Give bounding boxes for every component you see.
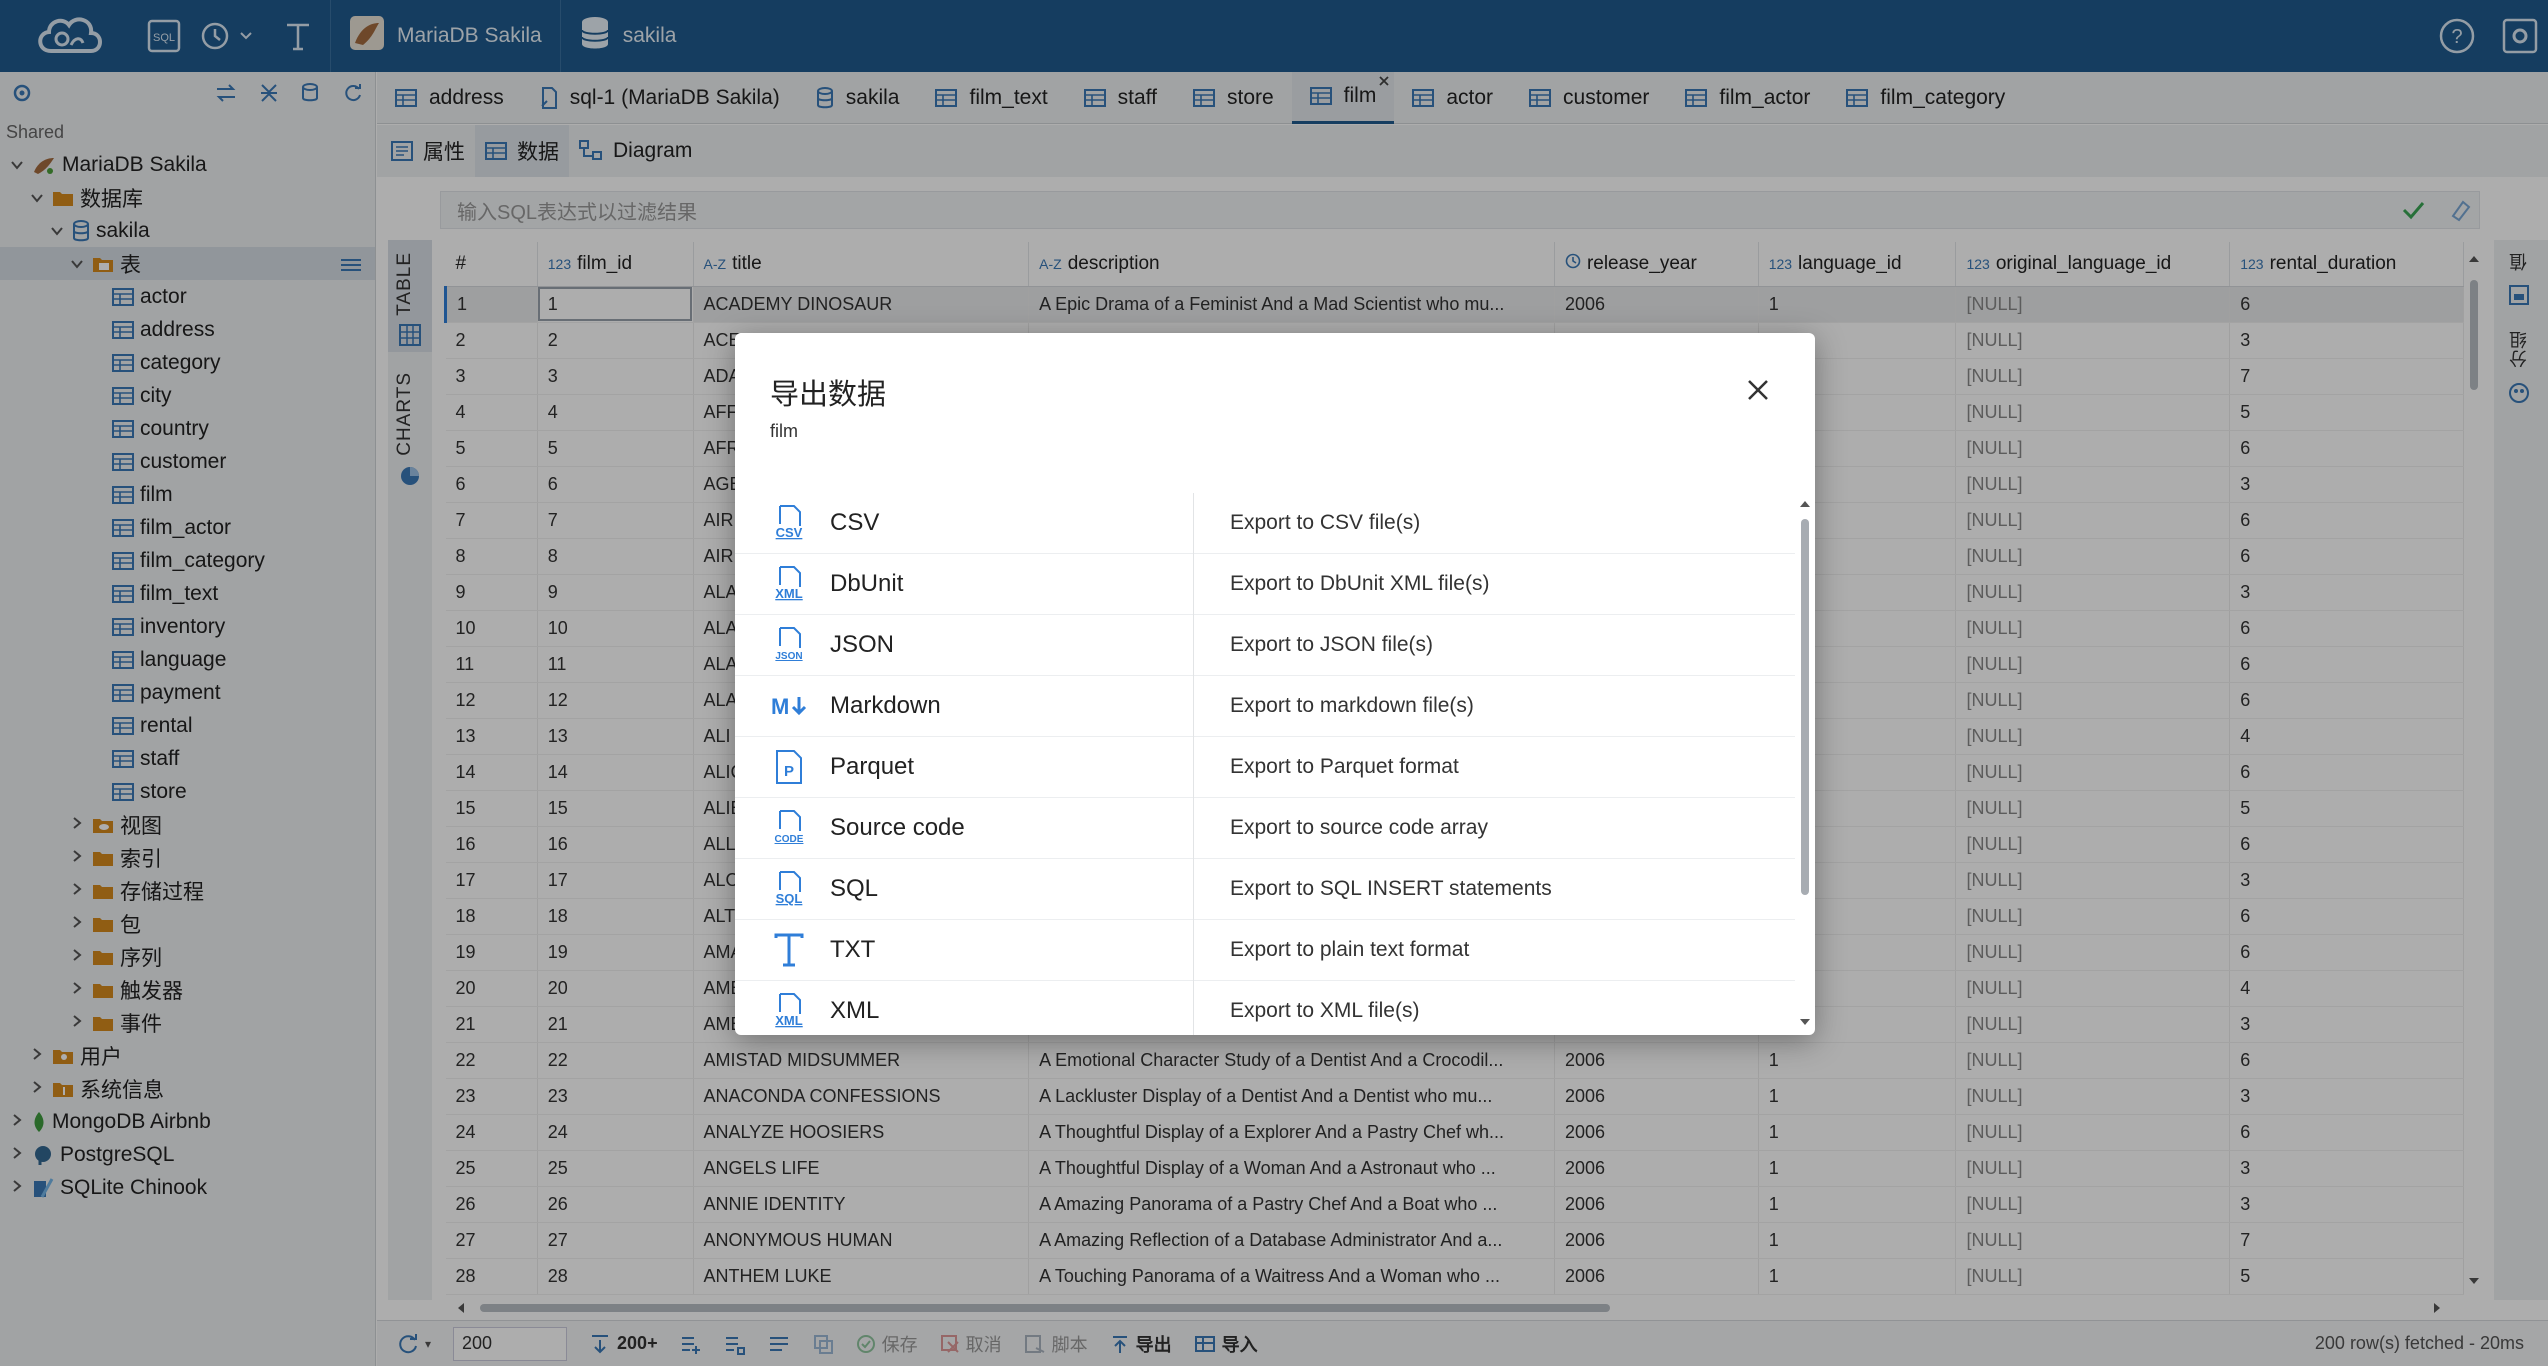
column-divider	[1193, 920, 1194, 981]
format-description: Export to XML file(s)	[1230, 999, 1420, 1022]
format-description: Export to JSON file(s)	[1230, 633, 1434, 656]
export-format-markdown[interactable]: M Markdown Export to markdown file(s)	[735, 676, 1795, 737]
markdown-format-icon: M	[771, 693, 807, 719]
svg-text:XML: XML	[775, 586, 803, 601]
format-name: Source code	[830, 814, 965, 841]
column-divider	[1193, 554, 1194, 615]
format-description: Export to markdown file(s)	[1230, 694, 1474, 717]
export-format-sql[interactable]: SQL SQL Export to SQL INSERT statements	[735, 859, 1795, 920]
format-name: Markdown	[830, 692, 941, 719]
column-divider	[1193, 859, 1194, 920]
format-name: SQL	[830, 875, 879, 902]
format-name: TXT	[830, 936, 876, 963]
svg-text:CODE: CODE	[775, 834, 804, 845]
svg-text:CSV: CSV	[776, 525, 803, 540]
column-divider	[1193, 676, 1194, 737]
export-format-source-code[interactable]: CODE Source code Export to source code arr…	[735, 798, 1795, 859]
svg-text:P: P	[784, 763, 794, 780]
sql-format-icon: SQL	[771, 870, 807, 908]
format-description: Export to plain text format	[1230, 938, 1470, 961]
close-icon[interactable]	[1745, 377, 1771, 403]
svg-text:M: M	[771, 694, 789, 719]
format-list-scrollbar[interactable]	[1795, 493, 1815, 1035]
format-name: Parquet	[830, 753, 915, 780]
format-description: Export to DbUnit XML file(s)	[1230, 572, 1490, 595]
column-divider	[1193, 493, 1194, 554]
svg-text:JSON: JSON	[775, 651, 802, 662]
json-format-icon: JSON	[771, 626, 807, 664]
export-format-xml[interactable]: XML XML Export to XML file(s)	[735, 981, 1795, 1035]
column-divider	[1193, 737, 1194, 798]
format-name: JSON	[830, 631, 895, 658]
svg-text:XML: XML	[775, 1013, 803, 1028]
txt-format-icon	[771, 933, 807, 967]
export-format-parquet[interactable]: P Parquet Export to Parquet format	[735, 737, 1795, 798]
column-divider	[1193, 798, 1194, 859]
format-name: DbUnit	[830, 570, 904, 597]
code-format-icon: CODE	[771, 809, 807, 847]
xml-format-icon: XML	[771, 565, 807, 603]
dialog-title: 导出数据	[770, 379, 887, 411]
parquet-format-icon: P	[771, 749, 807, 785]
export-data-dialog: 导出数据 film CSV CSV Export to CSV file(s) XML…	[735, 333, 1815, 1035]
format-name: XML	[830, 997, 880, 1024]
format-description: Export to source code array	[1230, 816, 1488, 839]
export-format-list: CSV CSV Export to CSV file(s) XML DbUnit Expo…	[735, 493, 1795, 1035]
column-divider	[1193, 981, 1194, 1035]
format-description: Export to Parquet format	[1230, 755, 1459, 778]
format-description: Export to SQL INSERT statements	[1230, 877, 1552, 900]
export-format-json[interactable]: JSON JSON Export to JSON file(s)	[735, 615, 1795, 676]
export-format-dbunit[interactable]: XML DbUnit Export to DbUnit XML file(s)	[735, 554, 1795, 615]
column-divider	[1193, 615, 1194, 676]
export-format-csv[interactable]: CSV CSV Export to CSV file(s)	[735, 493, 1795, 554]
dialog-subtitle: film	[770, 421, 798, 441]
svg-text:SQL: SQL	[776, 891, 803, 906]
format-name: CSV	[830, 509, 880, 536]
format-description: Export to CSV file(s)	[1230, 511, 1421, 534]
csv-format-icon: CSV	[771, 504, 807, 542]
xml-format-icon: XML	[771, 992, 807, 1030]
export-format-txt[interactable]: TXT Export to plain text format	[735, 920, 1795, 981]
